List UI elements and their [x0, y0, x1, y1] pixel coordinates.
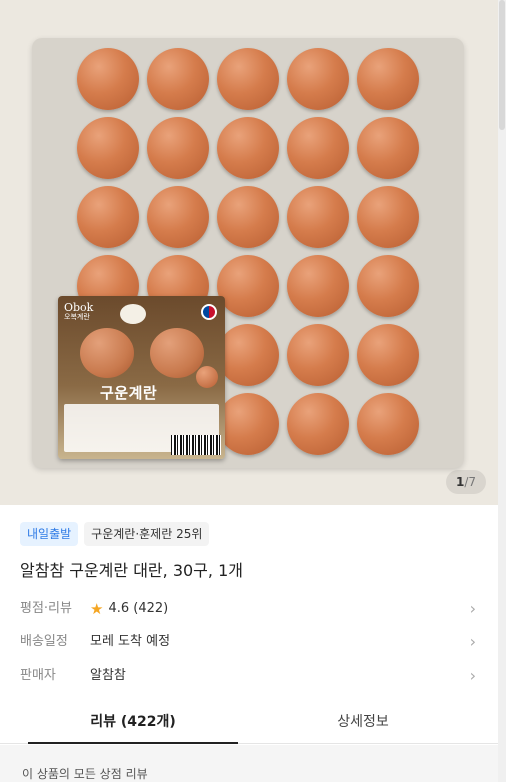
- tab-reviews[interactable]: 리뷰 (422개): [28, 704, 238, 744]
- rating-row[interactable]: 평점·리뷰 ★ 4.6 (422) ›: [20, 598, 476, 620]
- ranking-badge[interactable]: 구운계란·훈제란 25위: [84, 522, 210, 546]
- egg-image: [77, 186, 139, 248]
- egg-image: [217, 324, 279, 386]
- product-image-gallery[interactable]: Obok 오복계란 구운계란 1/7: [0, 0, 498, 505]
- egg-image: [217, 117, 279, 179]
- rating-label: 평점·리뷰: [20, 601, 72, 616]
- egg-image: [287, 255, 349, 317]
- egg-image: [357, 48, 419, 110]
- delivery-label: 배송일정: [20, 634, 68, 649]
- delivery-row[interactable]: 배송일정 모레 도착 예정 ›: [20, 631, 476, 653]
- egg-image: [147, 117, 209, 179]
- egg-image: [287, 324, 349, 386]
- package-brand-korean: 오복계란: [64, 313, 90, 322]
- product-badges: 내일출발 구운계란·훈제란 25위: [20, 522, 210, 546]
- egg-image: [287, 48, 349, 110]
- egg-image: [217, 48, 279, 110]
- product-tabs: 리뷰 (422개) 상세정보: [0, 704, 498, 744]
- egg-image: [217, 393, 279, 455]
- delivery-badge: 내일출발: [20, 522, 79, 546]
- egg-image: [287, 186, 349, 248]
- product-title: 알참참 구운계란 대란, 30구, 1개: [20, 561, 243, 580]
- review-section-heading: 이 상품의 모든 상점 리뷰: [22, 767, 148, 781]
- package-product-name: 구운계란: [100, 384, 158, 402]
- certification-seal-icon: [201, 304, 217, 320]
- egg-image: [147, 186, 209, 248]
- tab-details[interactable]: 상세정보: [258, 704, 468, 744]
- seller-row[interactable]: 판매자 알참참 ›: [20, 665, 476, 687]
- seller-value: 알참참: [90, 668, 126, 683]
- egg-image: [357, 393, 419, 455]
- egg-window-right: [150, 328, 204, 378]
- seller-label: 판매자: [20, 668, 56, 683]
- rating-value: 4.6 (422): [108, 601, 169, 616]
- star-icon: ★: [90, 600, 104, 618]
- barcode-icon: [171, 435, 221, 455]
- egg-image: [357, 117, 419, 179]
- egg-image: [287, 393, 349, 455]
- review-section: 이 상품의 모든 상점 리뷰: [0, 745, 498, 782]
- delivery-value: 모레 도착 예정: [90, 634, 171, 649]
- egg-image: [357, 324, 419, 386]
- egg-image: [357, 255, 419, 317]
- chevron-right-icon: ›: [469, 666, 476, 685]
- egg-illustration-icon: [196, 366, 218, 388]
- egg-image: [357, 186, 419, 248]
- egg-window-left: [80, 328, 134, 378]
- chevron-right-icon: ›: [469, 632, 476, 651]
- egg-image: [77, 48, 139, 110]
- chevron-right-icon: ›: [469, 599, 476, 618]
- package-brand: Obok 오복계란: [64, 301, 93, 322]
- rating-value-group: ★ 4.6 (422): [90, 598, 168, 620]
- egg-image: [217, 186, 279, 248]
- egg-image: [287, 117, 349, 179]
- scrollbar-thumb[interactable]: [499, 0, 505, 130]
- egg-image: [147, 48, 209, 110]
- image-total-count: 7: [468, 475, 476, 489]
- egg-image: [77, 117, 139, 179]
- package-label: Obok 오복계란 구운계란: [58, 296, 225, 459]
- page-scrollbar[interactable]: [498, 0, 506, 782]
- haccp-mark-icon: [120, 304, 146, 324]
- egg-image: [217, 255, 279, 317]
- image-page-counter: 1/7: [445, 470, 486, 494]
